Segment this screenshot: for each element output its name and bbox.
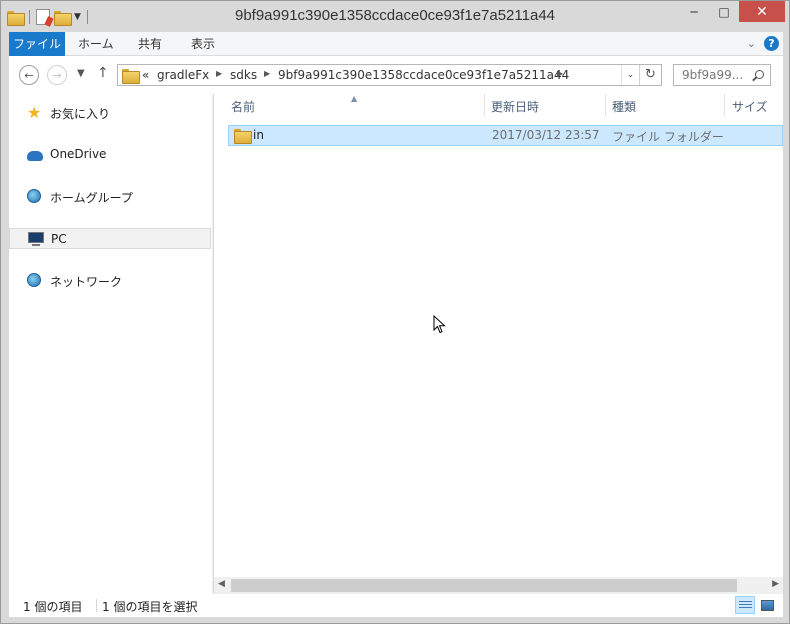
- minimize-button[interactable]: ─: [679, 1, 709, 22]
- breadcrumb-item[interactable]: 9bf9a991c390e1358ccdace0ce93f1e7a5211a44: [278, 68, 569, 82]
- tab-share[interactable]: 共有: [138, 32, 162, 56]
- sort-ascending-icon: ▲: [351, 94, 358, 103]
- back-button[interactable]: ←: [19, 65, 39, 85]
- star-icon: ★: [27, 103, 42, 122]
- navigation-pane: ★ お気に入り OneDrive ホームグループ PC ネットワーク: [9, 94, 213, 594]
- tab-view[interactable]: 表示: [191, 32, 215, 56]
- nav-item-pc[interactable]: PC: [9, 228, 211, 249]
- address-dropdown-chevron-icon[interactable]: ⌄: [621, 65, 639, 85]
- nav-item-label: PC: [51, 232, 67, 246]
- breadcrumb-chevron-icon[interactable]: ▶: [216, 69, 222, 78]
- expand-ribbon-chevron-icon[interactable]: ⌄: [747, 37, 756, 50]
- folder-icon: [234, 129, 252, 144]
- details-view-button[interactable]: [735, 596, 755, 614]
- nav-item-network[interactable]: ネットワーク: [9, 270, 211, 291]
- column-header-name[interactable]: 名前: [231, 98, 255, 115]
- nav-item-homegroup[interactable]: ホームグループ: [9, 186, 211, 207]
- nav-item-favorites[interactable]: ★ お気に入り: [9, 102, 211, 123]
- file-modified: 2017/03/12 23:57: [492, 128, 600, 142]
- cloud-icon: [27, 147, 43, 163]
- breadcrumb-chevron-icon[interactable]: ▶: [264, 69, 270, 78]
- large-icons-view-icon: [761, 600, 774, 611]
- nav-item-label: ネットワーク: [50, 275, 123, 289]
- refresh-icon[interactable]: ↻: [639, 65, 661, 85]
- column-divider[interactable]: [724, 94, 725, 116]
- homegroup-icon: [27, 189, 43, 205]
- explorer-window: ▼ 9bf9a991c390e1358ccdace0ce93f1e7a5211a…: [0, 0, 790, 624]
- window-title: 9bf9a991c390e1358ccdace0ce93f1e7a5211a44: [234, 7, 556, 24]
- horizontal-scrollbar[interactable]: ◀ ▶: [214, 577, 783, 594]
- file-type: ファイル フォルダー: [612, 130, 724, 144]
- folder-icon: [122, 69, 140, 84]
- scroll-left-chevron-icon[interactable]: ◀: [218, 579, 225, 589]
- nav-item-label: OneDrive: [50, 147, 107, 161]
- column-header-modified[interactable]: 更新日時: [491, 98, 539, 115]
- nav-item-onedrive[interactable]: OneDrive: [9, 144, 211, 165]
- breadcrumb-item[interactable]: gradleFx: [157, 68, 209, 82]
- tab-home[interactable]: ホーム: [78, 32, 114, 56]
- column-header-size[interactable]: サイズ: [732, 98, 768, 115]
- breadcrumb-overflow[interactable]: «: [142, 68, 149, 82]
- search-input[interactable]: 9bf9a99...: [682, 68, 743, 82]
- item-count: 1 個の項目: [23, 600, 83, 614]
- tab-file[interactable]: ファイル: [9, 32, 65, 56]
- title-bar: ▼ 9bf9a991c390e1358ccdace0ce93f1e7a5211a…: [1, 1, 789, 32]
- file-name[interactable]: in: [253, 128, 264, 142]
- nav-item-label: お気に入り: [50, 107, 111, 121]
- column-header-type[interactable]: 種類: [612, 98, 636, 115]
- search-box[interactable]: 9bf9a99...: [673, 64, 771, 86]
- table-row[interactable]: in 2017/03/12 23:57 ファイル フォルダー: [228, 125, 783, 146]
- computer-icon: [28, 232, 44, 248]
- help-icon[interactable]: ?: [764, 36, 779, 51]
- network-icon: [27, 273, 43, 289]
- breadcrumb-item[interactable]: sdks: [230, 68, 257, 82]
- column-divider[interactable]: [484, 94, 485, 116]
- forward-button[interactable]: →: [47, 65, 67, 85]
- selection-count: 1 個の項目を選択: [102, 600, 198, 614]
- ribbon-tabs: ファイル ホーム 共有 表示 ⌄ ?: [9, 32, 783, 56]
- window-controls: ─ □ ✕: [679, 1, 785, 22]
- divider: [96, 599, 97, 612]
- maximize-button[interactable]: □: [709, 1, 739, 22]
- navigation-bar: ← → ▼ ↑ « gradleFx ▶ sdks ▶ 9bf9a991c390…: [9, 56, 783, 94]
- ribbon-right-controls: ⌄ ?: [747, 36, 779, 51]
- address-bar[interactable]: « gradleFx ▶ sdks ▶ 9bf9a991c390e1358ccd…: [117, 64, 662, 86]
- recent-locations-chevron-icon[interactable]: ▼: [77, 68, 85, 79]
- close-button[interactable]: ✕: [739, 1, 785, 22]
- mouse-cursor-icon: [433, 314, 447, 335]
- details-view-icon: [739, 601, 752, 610]
- scroll-right-chevron-icon[interactable]: ▶: [772, 579, 779, 589]
- status-bar: 1 個の項目 1 個の項目を選択: [9, 594, 783, 617]
- column-divider[interactable]: [605, 94, 606, 116]
- scrollbar-thumb[interactable]: [231, 579, 737, 592]
- large-icons-view-button[interactable]: [757, 596, 777, 614]
- up-button[interactable]: ↑: [97, 65, 109, 81]
- nav-item-label: ホームグループ: [50, 191, 133, 205]
- breadcrumb-chevron-icon[interactable]: ▶: [557, 69, 563, 78]
- search-icon[interactable]: [755, 70, 764, 79]
- file-list: ▲ 名前 更新日時 種類 サイズ in 2017/03/12 23:57 ファイ…: [214, 94, 783, 579]
